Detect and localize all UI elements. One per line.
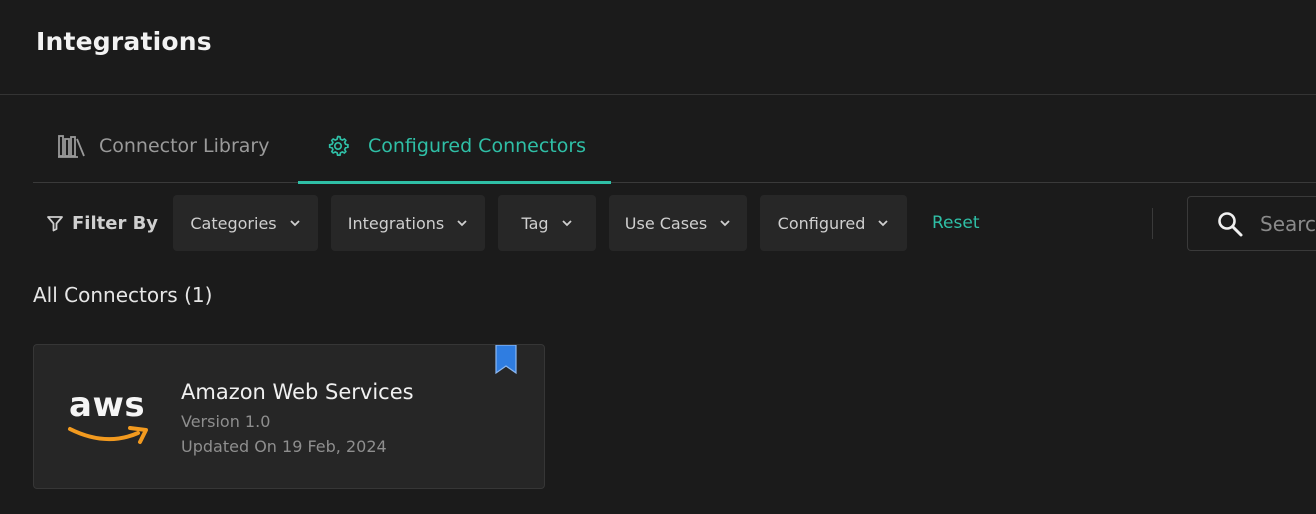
filter-by-text: Filter By bbox=[72, 212, 159, 234]
chevron-down-icon bbox=[456, 217, 468, 229]
search-input[interactable] bbox=[1260, 211, 1316, 236]
tab-label: Configured Connectors bbox=[368, 135, 587, 157]
aws-logo-text: aws bbox=[69, 385, 146, 425]
page-title: Integrations bbox=[36, 27, 212, 56]
dropdown-label: Use Cases bbox=[624, 213, 708, 233]
bookmark-icon[interactable] bbox=[494, 344, 518, 375]
dropdown-label: Categories bbox=[190, 213, 277, 233]
integrations-dropdown[interactable]: Integrations bbox=[331, 195, 485, 251]
chevron-down-icon bbox=[719, 217, 731, 229]
tag-dropdown[interactable]: Tag bbox=[498, 195, 596, 251]
dropdown-label: Configured bbox=[777, 213, 866, 233]
gear-icon bbox=[326, 133, 356, 159]
connector-card[interactable]: aws Amazon Web Services Version 1.0 Upda… bbox=[33, 344, 545, 489]
section-title: All Connectors (1) bbox=[33, 283, 213, 307]
search-icon bbox=[1216, 210, 1244, 238]
library-icon bbox=[57, 133, 87, 159]
filter-bar: Filter By Categories Integrations Tag Us… bbox=[33, 195, 1316, 251]
chevron-down-icon bbox=[877, 217, 889, 229]
dropdown-label: Integrations bbox=[347, 213, 445, 233]
toolbar-divider bbox=[1152, 208, 1153, 239]
tab-connector-library[interactable]: Connector Library bbox=[57, 110, 269, 182]
chevron-down-icon bbox=[561, 217, 573, 229]
search-box[interactable] bbox=[1187, 196, 1316, 251]
dropdown-label: Tag bbox=[521, 213, 549, 233]
configured-dropdown[interactable]: Configured bbox=[760, 195, 907, 251]
connector-updated: Updated On 19 Feb, 2024 bbox=[181, 437, 387, 456]
chevron-down-icon bbox=[289, 217, 301, 229]
page-header: Integrations bbox=[0, 0, 1316, 95]
filter-by-label: Filter By bbox=[46, 195, 158, 251]
aws-smile-icon bbox=[68, 426, 148, 444]
integrations-page: Integrations Connector Library Configure… bbox=[0, 0, 1316, 514]
reset-filters-link[interactable]: Reset bbox=[932, 195, 980, 251]
tab-label: Connector Library bbox=[99, 135, 270, 157]
aws-logo: aws bbox=[64, 385, 154, 447]
tab-configured-connectors[interactable]: Configured Connectors bbox=[298, 110, 611, 184]
connector-version: Version 1.0 bbox=[181, 412, 271, 431]
filter-icon bbox=[46, 214, 64, 232]
categories-dropdown[interactable]: Categories bbox=[173, 195, 318, 251]
use-cases-dropdown[interactable]: Use Cases bbox=[609, 195, 747, 251]
tab-bar: Connector Library Configured Connectors bbox=[33, 110, 1316, 184]
connector-name: Amazon Web Services bbox=[181, 380, 414, 404]
